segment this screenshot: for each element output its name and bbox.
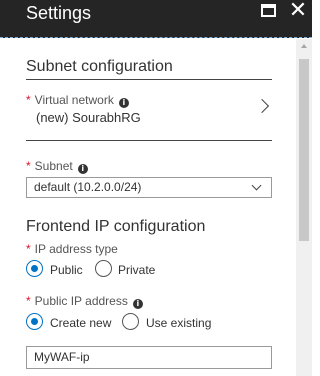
subnet-configuration-header: Subnet configuration <box>26 58 173 75</box>
private-radio-label[interactable]: Private <box>118 263 155 277</box>
section-divider <box>26 79 272 80</box>
private-radio[interactable] <box>95 260 112 277</box>
subnet-label-text: Subnet <box>34 159 73 173</box>
section-divider <box>26 140 272 141</box>
public-radio[interactable] <box>26 260 43 277</box>
public-radio-label[interactable]: Public <box>50 263 83 277</box>
use-existing-radio-label[interactable]: Use existing <box>146 316 211 330</box>
virtual-network-label-text: Virtual network <box>34 93 114 107</box>
window-title: Settings <box>26 3 92 23</box>
create-new-radio-label[interactable]: Create new <box>50 316 111 330</box>
ip-address-type-label: * IP address type <box>26 242 118 256</box>
settings-content: Subnet configuration * Virtual network i (… <box>0 39 296 376</box>
frontend-ip-configuration-header: Frontend IP configuration <box>26 218 206 235</box>
create-new-radio[interactable] <box>26 313 43 330</box>
required-marker: * <box>26 93 31 107</box>
scroll-up-arrow-icon[interactable] <box>301 44 307 48</box>
chevron-down-icon <box>251 180 262 191</box>
subnet-label: * Subnet i <box>26 159 88 174</box>
info-icon[interactable]: i <box>118 98 129 108</box>
virtual-network-value: (new) SourabhRG <box>36 110 141 125</box>
chevron-right-icon[interactable] <box>254 98 270 114</box>
subnet-selected-value: default (10.2.0.0/24) <box>34 180 142 194</box>
public-ip-address-label-text: Public IP address <box>34 294 128 308</box>
title-bar: Settings ✕ <box>0 0 312 38</box>
subnet-dropdown[interactable]: default (10.2.0.0/24) <box>26 177 272 198</box>
use-existing-radio[interactable] <box>122 313 139 330</box>
close-icon[interactable]: ✕ <box>288 0 308 22</box>
info-icon[interactable]: i <box>77 164 88 174</box>
required-marker: * <box>26 159 31 173</box>
scrollbar-thumb[interactable] <box>299 59 309 241</box>
virtual-network-label: * Virtual network i <box>26 93 129 108</box>
public-ip-address-label: * Public IP address i <box>26 294 143 309</box>
required-marker: * <box>26 242 31 256</box>
info-icon[interactable]: i <box>132 299 143 309</box>
required-marker: * <box>26 294 31 308</box>
ip-address-type-label-text: IP address type <box>34 242 118 256</box>
vertical-scrollbar[interactable] <box>296 39 312 376</box>
public-ip-name-input[interactable]: MyWAF-ip <box>26 346 272 369</box>
maximize-icon[interactable] <box>261 4 276 17</box>
